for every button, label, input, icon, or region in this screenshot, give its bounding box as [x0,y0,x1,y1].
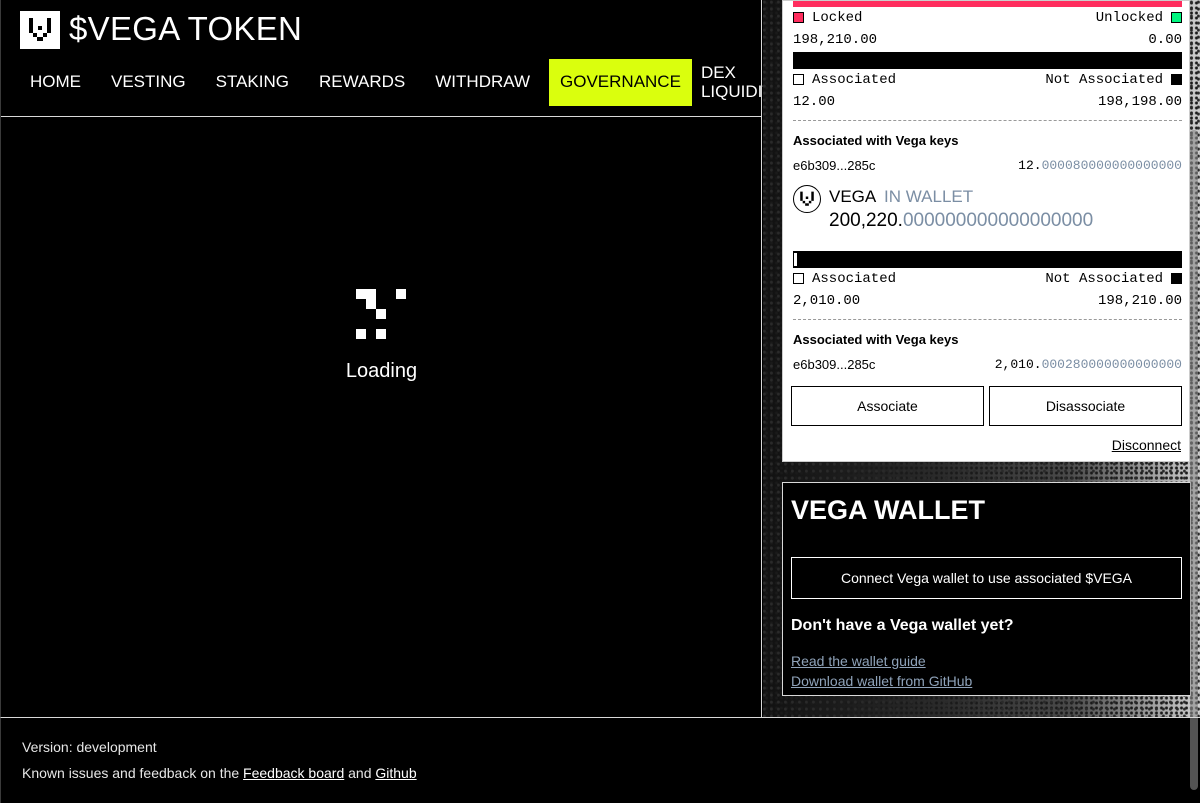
locked-swatch [793,11,804,23]
associated-label: Associated [812,72,897,88]
main-nav: HOME VESTING STAKING REWARDS WITHDRAW GO… [15,58,796,106]
wallet-token-name: VEGA [829,187,876,206]
github-link[interactable]: Github [375,765,416,781]
not-associated-value: 198,210.00 [1097,293,1182,309]
nav-withdraw[interactable]: WITHDRAW [420,59,545,106]
not-associated-value: 198,198.00 [1097,94,1182,110]
locked-bar [793,1,1182,7]
not-associated-swatch [1171,73,1182,85]
association-legend-1: Associated Not Associated [793,72,1182,88]
main-area: $VEGA TOKEN HOME VESTING STAKING REWARDS… [0,0,784,717]
unlocked-swatch [1171,11,1182,23]
nav-vesting[interactable]: VESTING [96,59,201,106]
download-wallet-link[interactable]: Download wallet from GitHub [791,673,972,689]
association-bar-1 [793,52,1182,69]
not-associated-swatch [1171,272,1182,284]
associated-value: 2,010.00 [793,293,861,309]
loading-text: Loading [345,360,418,382]
not-associated-label: Not Associated [1045,271,1163,287]
association-values-1: 12.00 198,198.00 [793,94,1182,110]
nav-rewards[interactable]: REWARDS [304,59,420,106]
vega-wallet-title: VEGA WALLET [791,495,985,525]
divider [793,120,1182,121]
key-row: e6b309...285c 2,010.000280000000000000 [793,357,1182,372]
associate-button[interactable]: Associate [791,386,984,426]
app-title[interactable]: $VEGA TOKEN [69,10,302,48]
associated-swatch [793,272,804,284]
not-associated-label: Not Associated [1045,72,1163,88]
key-id: e6b309...285c [793,158,876,173]
nav-home[interactable]: HOME [15,59,96,106]
no-wallet-question: Don't have a Vega wallet yet? [791,617,1014,634]
disconnect-link[interactable]: Disconnect [1112,437,1181,453]
nav-staking[interactable]: STAKING [201,59,304,106]
associated-swatch [793,73,804,85]
association-values-2: 2,010.00 198,210.00 [793,293,1182,309]
loading-spinner-icon [356,289,408,341]
wallet-token-header: VEGA IN WALLET [829,187,973,207]
token-panel: Locked Unlocked 198,210.00 0.00 Associat… [782,0,1190,462]
unlocked-label: Unlocked [1095,10,1163,26]
key-amount: 2,010.000280000000000000 [994,357,1182,372]
associated-value: 12.00 [793,94,836,110]
key-row: e6b309...285c 12.000080000000000000 [793,158,1182,173]
known-issues-text: Known issues and feedback on the Feedbac… [22,765,417,781]
feedback-board-link[interactable]: Feedback board [243,765,344,781]
vega-wallet-panel: VEGA WALLET Connect Vega wallet to use a… [782,482,1191,696]
key-id: e6b309...285c [793,357,876,372]
wallet-amount: 200,220.000000000000000000 [829,210,1094,231]
locked-values: 198,210.00 0.00 [793,32,1182,48]
keys-heading: Associated with Vega keys [793,332,959,347]
locked-value: 198,210.00 [793,32,878,48]
associated-fill [794,253,797,266]
header: $VEGA TOKEN HOME VESTING STAKING REWARDS… [1,0,784,117]
vega-logo-icon[interactable] [20,11,60,49]
keys-heading: Associated with Vega keys [793,133,959,148]
connect-vega-wallet-button[interactable]: Connect Vega wallet to use associated $V… [791,557,1182,599]
disassociate-button[interactable]: Disassociate [989,386,1182,426]
association-bar-2 [793,251,1182,268]
locked-label: Locked [812,10,863,26]
associated-label: Associated [812,271,897,287]
locked-unlocked-legend: Locked Unlocked [793,10,1182,26]
wallet-guide-link[interactable]: Read the wallet guide [791,653,926,669]
divider [793,319,1182,320]
in-wallet-badge: IN WALLET [884,187,974,206]
key-amount: 12.000080000000000000 [1018,158,1182,173]
scrollbar[interactable] [1190,130,1198,790]
nav-governance[interactable]: GOVERNANCE [549,58,692,106]
unlocked-value: 0.00 [1148,32,1182,48]
vega-token-icon [793,185,821,213]
association-legend-2: Associated Not Associated [793,271,1182,287]
version-text: Version: development [22,739,157,755]
footer: Version: development Known issues and fe… [0,717,1200,803]
